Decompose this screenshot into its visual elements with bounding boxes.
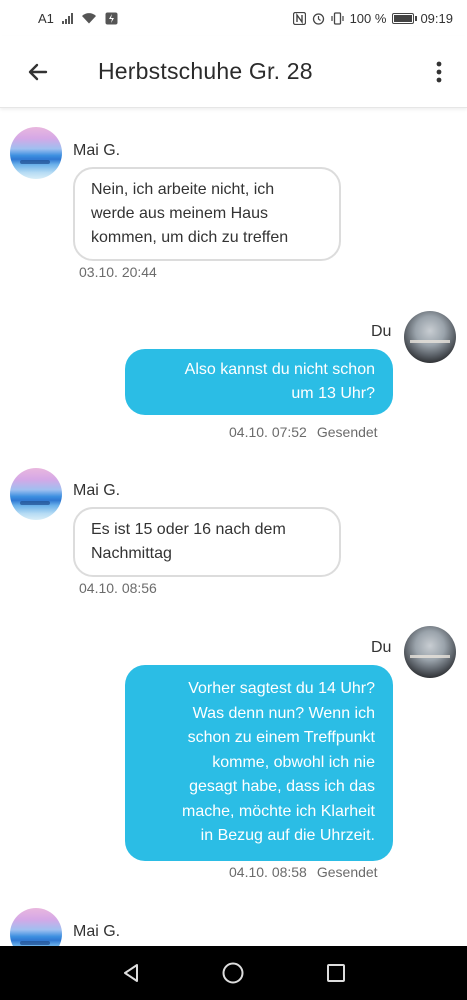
sender-avatar[interactable] [10,468,62,520]
incoming-message-bubble[interactable]: Es ist 15 oder 16 nach dem Nachmittag [73,507,341,577]
battery-icon [392,12,418,24]
clock: 09:19 [420,10,453,26]
more-options-button[interactable] [427,52,451,92]
sent-status: Gesendet [316,424,378,440]
message-line: Es ist 15 oder 16 nach dem [91,521,286,538]
outgoing-message-bubble[interactable]: Vorher sagtest du 14 Uhr? Was denn nun? … [125,665,393,861]
carrier-label: A1 [38,10,54,26]
message-line: Also kannst du nicht schon [184,361,375,378]
nav-home-button[interactable] [218,958,248,988]
message-line: komme, obwohl ich nie [212,753,375,771]
message-line: um 13 Uhr? [291,385,375,402]
app-bar: Herbstschuhe Gr. 28 [0,36,467,108]
wifi-icon [81,13,96,24]
message-line: gesagt habe, dass ich das [189,778,375,795]
page-title: Herbstschuhe Gr. 28 [98,58,313,84]
sender-avatar[interactable] [10,127,62,179]
message-timestamp: 03.10. 20:44 [79,264,157,280]
incoming-message-bubble[interactable]: Nein, ich arbeite nicht, ich werde aus m… [73,167,341,261]
square-recents-icon [326,964,345,982]
circle-home-icon [222,962,244,984]
message-line: werde aus meinem Haus [91,205,268,222]
outgoing-message-bubble[interactable]: Also kannst du nicht schon um 13 Uhr? [125,349,393,415]
system-nav-bar [0,946,467,1000]
message-line: Was denn nun? Wenn ich [192,704,375,722]
sender-name: Mai G. [73,142,121,159]
battery-percent: 100 % [349,10,387,26]
sender-name: Du [371,323,392,340]
message-line: mache, möchte ich Klarheit [182,802,375,820]
back-button[interactable] [18,52,58,92]
nfc-icon [292,11,306,25]
message-timestamp: 04.10. 08:56 [79,580,157,596]
alarm-icon [312,12,324,25]
user-avatar[interactable] [404,311,456,363]
arrow-left-icon [28,63,48,80]
message-line: in Bezug auf die Uhrzeit. [200,827,375,844]
more-vertical-icon [436,61,442,82]
sender-name: Mai G. [73,482,121,499]
message-line: Nein, ich arbeite nicht, ich [91,181,275,198]
sent-status: Gesendet [316,864,378,880]
message-meta: 04.10. 08:58 Gesendet [229,864,378,880]
status-bar: A1 100 % 09:19 [0,0,467,36]
notification-icon [105,12,118,24]
message-timestamp: 04.10. 07:52 [229,424,307,440]
message-meta: 04.10. 07:52 Gesendet [229,424,378,440]
signal-icon [61,12,73,24]
message-timestamp: 04.10. 08:58 [229,864,307,880]
message-line: kommen, um dich zu treffen [91,229,289,246]
message-line: Nachmittag [91,545,172,562]
user-avatar[interactable] [404,626,456,678]
nav-back-button[interactable] [116,958,146,988]
message-line: Vorher sagtest du 14 Uhr? [188,680,375,697]
sender-name: Mai G. [73,923,121,940]
triangle-back-icon [124,964,139,982]
message-line: schon zu einem Treffpunkt [187,729,375,746]
sender-name: Du [371,639,392,656]
nav-recents-button[interactable] [321,958,351,988]
vibrate-icon [330,11,344,25]
